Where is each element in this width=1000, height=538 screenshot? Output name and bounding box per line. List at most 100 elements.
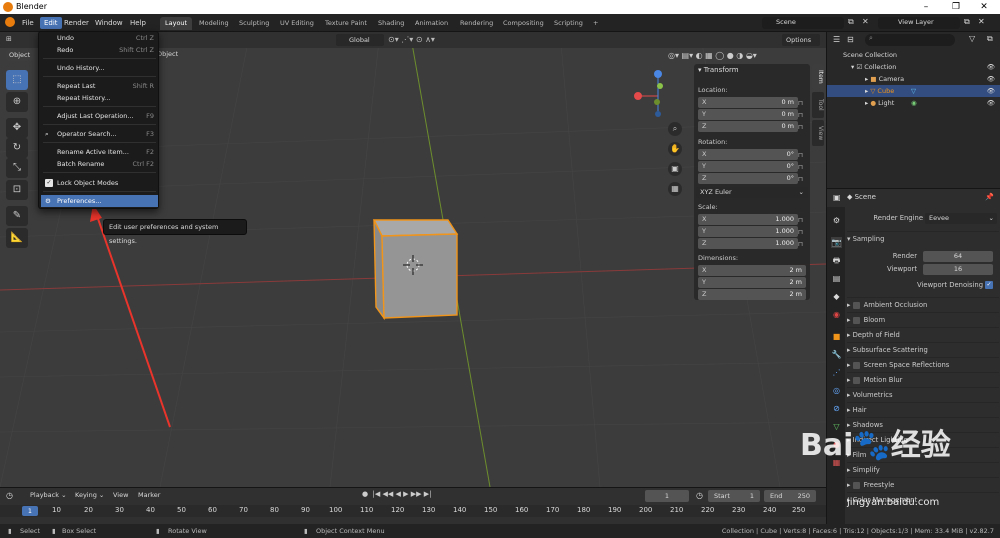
object-menu[interactable]: Object [157,50,178,58]
scene-selector[interactable]: Scene [762,17,844,29]
tab-uv-editing[interactable]: UV Editing [275,17,319,30]
outliner-row-cube[interactable]: ▸ ▽ Cube ▽ 👁 [827,85,1000,97]
location-x-field[interactable]: X0 m [698,97,798,108]
editor-type-icon[interactable]: ⊞ [6,35,12,43]
rotation-mode-dropdown[interactable]: XYZ Euler ⌄ [696,187,808,198]
viewport-samples-field[interactable]: 16 [923,264,993,275]
playback-menu[interactable]: Playback ⌄ [30,491,67,499]
tab-sculpting[interactable]: Sculpting [234,17,274,30]
ambient-occlusion-section[interactable]: ▸ Ambient Occlusion [847,297,999,311]
filter-icon[interactable]: ▽ [969,34,975,43]
rotate-tool-icon[interactable]: ↻ [6,138,28,158]
frame-ruler[interactable]: 1 10 20 30 40 50 60 70 80 90 100 110 120… [0,505,826,517]
lock-icon[interactable]: ⊓ [798,151,806,159]
zoom-icon[interactable]: ⌕ [668,122,682,136]
tab-item[interactable]: Item [812,64,824,90]
dimensions-y-field[interactable]: Y2 m [698,277,806,288]
menu-item-repeat-history[interactable]: Repeat History... [41,92,158,104]
view-layer-tab-icon[interactable]: ▤ [831,273,842,284]
new-collection-icon[interactable]: ⧉ [987,34,993,44]
tab-tool[interactable]: Tool [812,92,824,118]
playhead[interactable]: 1 [22,506,38,516]
tab-shading[interactable]: Shading [373,17,409,30]
perspective-toggle-icon[interactable]: ▦ [668,182,682,196]
close-button[interactable]: ✕ [970,1,998,13]
menu-item-lock-object-modes[interactable]: ✓ Lock Object Modes [41,177,158,189]
tab-compositing[interactable]: Compositing [498,17,549,30]
outliner-row-collection[interactable]: ▾ ☑ Collection 👁 [827,61,1000,73]
screen-space-reflections-section[interactable]: ▸ Screen Space Reflections [847,357,999,371]
menu-item-redo[interactable]: Redo Shift Ctrl Z [41,44,158,56]
lock-icon[interactable]: ⊓ [798,111,806,119]
lock-icon[interactable]: ⊓ [798,163,806,171]
outliner-search-input[interactable]: ⌕ [865,34,955,46]
tab-view[interactable]: View [812,120,824,146]
simplify-section[interactable]: ▸ Simplify [847,462,999,476]
tab-animation[interactable]: Animation [410,17,453,30]
freestyle-section[interactable]: ▸ Freestyle [847,477,999,491]
rotation-y-field[interactable]: Y 0° [698,161,798,172]
world-tab-icon[interactable]: ◉ [831,309,842,320]
pin-icon[interactable]: 📌 [985,193,994,201]
tool-tab-icon[interactable]: ⚙ [831,215,842,226]
menu-item-rename-active-item[interactable]: Rename Active Item... F2 [41,146,158,158]
properties-editor-icon[interactable]: ▣ [833,193,841,202]
menu-item-undo[interactable]: Undo Ctrl Z [41,32,158,44]
tab-layout[interactable]: Layout [160,17,193,30]
scale-tool-icon[interactable]: ⤡ [6,158,28,178]
current-frame-field[interactable]: 1 [645,490,689,502]
lock-icon[interactable]: ⊓ [798,123,806,131]
blender-menu-icon[interactable] [5,17,15,27]
outliner-row-scene-collection[interactable]: Scene Collection [827,49,1000,61]
minimize-button[interactable]: – [912,1,940,13]
tab-scripting[interactable]: Scripting [549,17,588,30]
view-layer-selector[interactable]: View Layer [878,17,960,29]
cursor-tool-icon[interactable]: ⊕ [6,92,28,112]
render-engine-dropdown[interactable]: Eevee ⌄ [925,213,997,224]
menu-item-preferences[interactable]: ⚙ Preferences... [41,195,158,207]
end-frame-field[interactable]: End 250 [764,490,816,502]
output-tab-icon[interactable]: 🖶 [831,255,842,266]
scale-x-field[interactable]: X 1.000 [698,214,798,225]
move-tool-icon[interactable]: ✥ [6,118,28,138]
transform-tool-icon[interactable]: ⊡ [6,180,28,200]
menu-item-batch-rename[interactable]: Batch Rename Ctrl F2 [41,158,158,170]
tab-rendering[interactable]: Rendering [455,17,498,30]
camera-view-icon[interactable]: ▣ [668,162,682,176]
orientation-dropdown[interactable]: Global [336,34,384,46]
pan-icon[interactable]: ✋ [668,142,682,156]
viewport-shading-icons[interactable]: ◎▾ ▤▾ ◐ ▦ ◯ ● ◑ ◒▾ [668,50,818,62]
render-samples-field[interactable]: 64 [923,251,993,262]
scene-tab-icon[interactable]: ◆ [831,291,842,302]
outliner-row-camera[interactable]: ▸ ■ Camera 👁 [827,73,1000,85]
motion-blur-section[interactable]: ▸ Motion Blur [847,372,999,386]
depth-of-field-section[interactable]: ▸ Depth of Field [847,327,999,341]
lock-icon[interactable]: ⊓ [798,216,806,224]
constraints-tab-icon[interactable]: ⊘ [831,403,842,414]
lock-icon[interactable]: ⊓ [798,240,806,248]
volumetrics-section[interactable]: ▸ Volumetrics [847,387,999,401]
menu-item-adjust-last-operation[interactable]: Adjust Last Operation... F9 [41,110,158,122]
new-scene-icon[interactable]: ⧉ [848,17,858,29]
rotation-z-field[interactable]: Z 0° [698,173,798,184]
display-mode-icon[interactable]: ⊟ [847,35,861,44]
hair-section[interactable]: ▸ Hair [847,402,999,416]
lock-icon[interactable]: ⊓ [798,175,806,183]
annotate-tool-icon[interactable]: ✎ [6,206,28,226]
render-tab-icon[interactable]: 📷 [831,237,842,248]
select-tool-icon[interactable]: ⬚ [6,70,28,90]
new-view-layer-icon[interactable]: ⧉ [964,17,974,27]
scale-y-field[interactable]: Y 1.000 [698,226,798,237]
keying-menu[interactable]: Keying ⌄ [75,491,104,499]
menu-item-repeat-last[interactable]: Repeat Last Shift R [41,80,158,92]
options-dropdown[interactable]: Options [782,34,820,46]
location-z-field[interactable]: Z0 m [698,121,798,132]
menu-file[interactable]: File [18,17,38,29]
delete-scene-icon[interactable]: ✕ [862,17,872,29]
timeline-editor-icon[interactable]: ◷ [6,491,13,500]
lock-icon[interactable]: ⊓ [798,99,806,107]
measure-tool-icon[interactable]: 📐 [6,228,28,248]
pivot-snap-icons[interactable]: ⊙▾ ⋰▾ ⊙ ∧▾ [388,34,448,46]
tab-texture-paint[interactable]: Texture Paint [320,17,372,30]
mode-dropdown[interactable]: Object [6,49,34,61]
